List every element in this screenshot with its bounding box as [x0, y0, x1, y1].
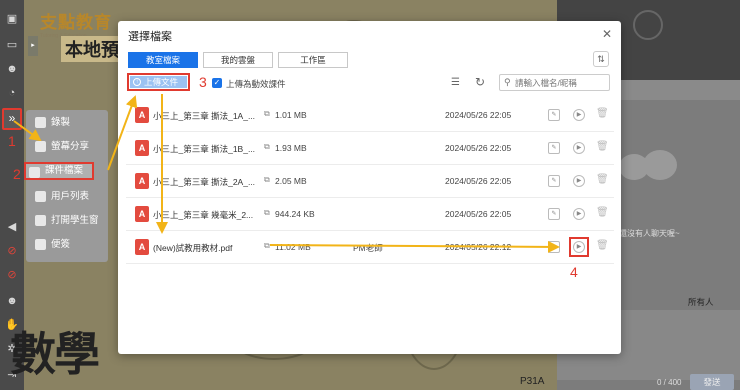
annotation-arrows	[13, 94, 560, 253]
annotation-1: 1	[8, 133, 16, 149]
arrow-row-to-play	[269, 240, 560, 253]
annotation-3: 3	[199, 74, 207, 90]
arrow-2-to-3	[107, 95, 138, 171]
annotation-2: 2	[13, 166, 21, 182]
arrow-1-to-2	[13, 120, 42, 142]
annotation-4: 4	[570, 264, 578, 280]
